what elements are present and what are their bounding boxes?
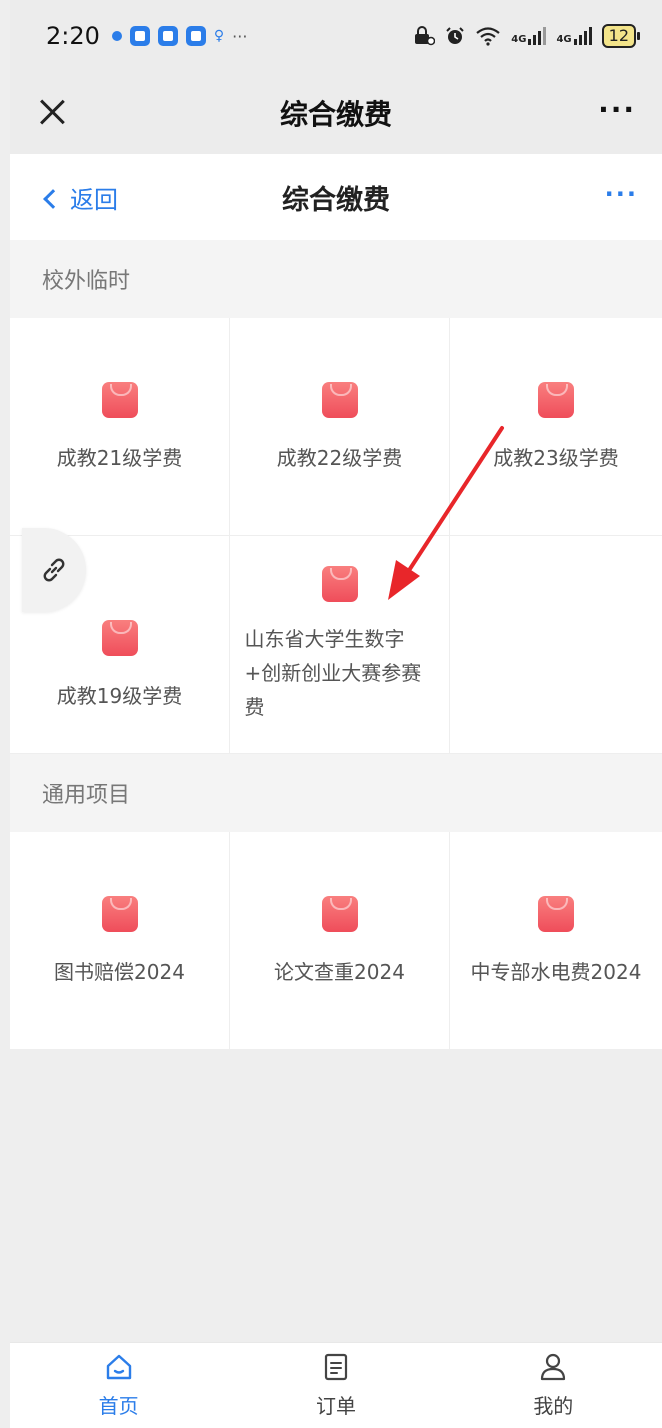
annotation-arrow <box>388 426 504 600</box>
tab-mine-label: 我的 <box>533 1394 574 1418</box>
tab-bar: 首页 订单 我的 <box>10 1342 662 1428</box>
document-icon <box>324 1353 348 1381</box>
tab-mine[interactable]: 我的 <box>493 1352 613 1419</box>
tab-home-label: 首页 <box>98 1394 139 1418</box>
tab-orders[interactable]: 订单 <box>276 1352 396 1419</box>
user-icon <box>541 1353 566 1381</box>
tab-home[interactable]: 首页 <box>59 1352 179 1419</box>
home-icon <box>106 1354 131 1380</box>
tab-orders-label: 订单 <box>315 1394 356 1418</box>
